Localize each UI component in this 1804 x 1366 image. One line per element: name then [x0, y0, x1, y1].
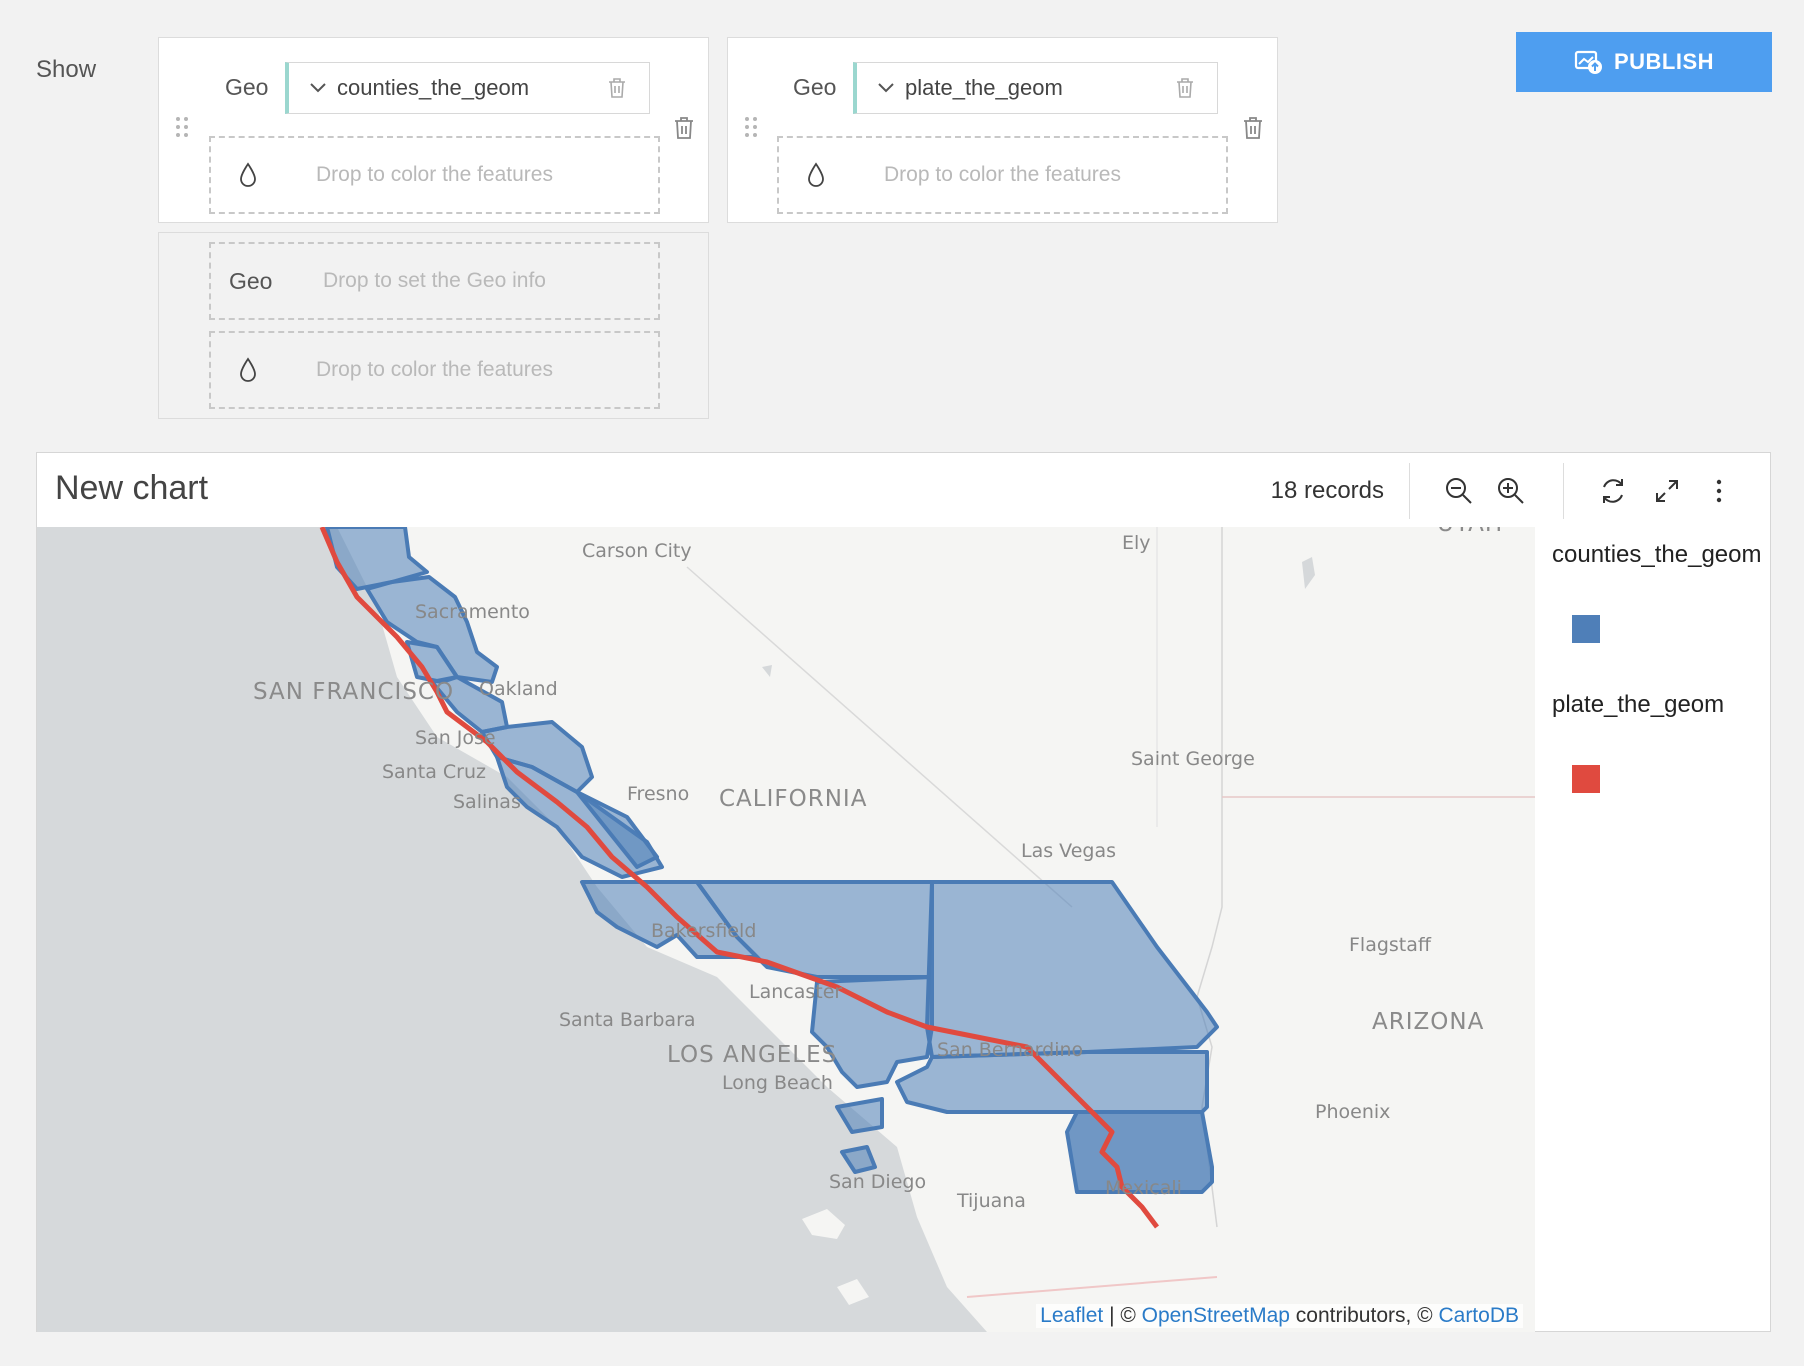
attribution-contributors: contributors, ©: [1289, 1304, 1439, 1327]
map-attribution: Leaflet | © OpenStreetMap contributors, …: [1036, 1304, 1523, 1328]
toolbar-divider: [1563, 463, 1564, 519]
place-label: CALIFORNIA: [719, 786, 867, 812]
lake: [762, 665, 772, 677]
refresh-icon[interactable]: [1597, 475, 1629, 507]
map-legend: counties_the_geom plate_the_geom: [1544, 527, 1769, 1227]
place-label: Bakersfield: [651, 920, 756, 942]
country-border: [966, 1276, 1218, 1298]
place-label: Santa Cruz: [382, 761, 486, 783]
leaflet-link[interactable]: Leaflet: [1040, 1304, 1103, 1327]
place-label: Long Beach: [722, 1072, 833, 1094]
place-label: San Bernardino: [937, 1039, 1083, 1061]
chevron-down-icon[interactable]: [309, 79, 327, 97]
color-dropzone[interactable]: Drop to color the features: [209, 331, 660, 409]
place-label: San Jose: [415, 727, 496, 749]
color-dropzone-text: Drop to color the features: [884, 163, 1121, 186]
publish-label: PUBLISH: [1613, 49, 1715, 74]
place-label: Sacramento: [415, 601, 530, 623]
county-polygon: [895, 1050, 1209, 1114]
osm-link[interactable]: OpenStreetMap: [1142, 1304, 1290, 1327]
place-label: SAN FRANCISCO: [253, 679, 454, 705]
trash-icon[interactable]: [1242, 116, 1264, 140]
geo-field-pill[interactable]: plate_the_geom: [853, 62, 1218, 114]
place-label: Ely: [1122, 532, 1151, 554]
chevron-down-icon[interactable]: [877, 79, 895, 97]
records-count: 18 records: [1270, 477, 1384, 504]
trash-icon[interactable]: [1175, 77, 1195, 99]
geo-field-pill[interactable]: counties_the_geom: [285, 62, 650, 114]
trash-icon[interactable]: [607, 77, 627, 99]
zoom-out-icon[interactable]: [1443, 475, 1475, 507]
chart-panel: New chart 18 records Carson City Ely Sac…: [36, 452, 1771, 1332]
legend-swatch-plate: [1572, 765, 1600, 793]
publish-button[interactable]: PUBLISH: [1516, 32, 1772, 92]
publish-icon: [1574, 50, 1602, 74]
state-border: [686, 566, 1073, 908]
legend-swatch-counties: [1572, 615, 1600, 643]
map-view[interactable]: Carson City Ely UTAH Sacramento SAN FRAN…: [37, 527, 1535, 1332]
geo-label: Geo: [229, 267, 273, 294]
zoom-in-icon[interactable]: [1495, 475, 1527, 507]
geo-label: Geo: [793, 74, 837, 100]
place-label: Saint George: [1131, 748, 1255, 770]
place-label: Fresno: [627, 783, 689, 805]
place-label: Salinas: [453, 791, 521, 813]
more-options-icon[interactable]: [1703, 475, 1735, 507]
droplet-icon: [240, 357, 256, 382]
chart-title[interactable]: New chart: [55, 469, 208, 508]
place-label: Lancaster: [749, 981, 842, 1003]
legend-label-counties: counties_the_geom: [1552, 541, 1762, 568]
attribution-sep: | ©: [1103, 1304, 1142, 1327]
lake: [1302, 557, 1315, 589]
droplet-icon: [240, 162, 256, 187]
show-label: Show: [36, 56, 97, 83]
place-label: San Diego: [829, 1171, 926, 1193]
drag-handle-icon[interactable]: [175, 116, 189, 138]
place-label: Mexicali: [1105, 1177, 1182, 1199]
county-polygon: [925, 880, 1219, 1059]
place-label: Flagstaff: [1349, 934, 1432, 956]
color-dropzone-text: Drop to color the features: [316, 358, 553, 381]
legend-label-plate: plate_the_geom: [1552, 691, 1725, 718]
geo-dropzone[interactable]: Geo Drop to set the Geo info: [209, 242, 660, 320]
geo-field-name: plate_the_geom: [905, 75, 1063, 100]
place-label: Las Vegas: [1021, 840, 1116, 862]
expand-icon[interactable]: [1651, 475, 1683, 507]
place-label: Santa Barbara: [559, 1009, 696, 1031]
droplet-icon: [808, 162, 824, 187]
layer-card-counties: Geo counties_the_geom Drop to color the …: [158, 37, 709, 223]
place-label: LOS ANGELES: [667, 1042, 837, 1068]
place-label: UTAH: [1437, 527, 1503, 537]
place-label: Oakland: [479, 678, 558, 700]
color-dropzone-text: Drop to color the features: [316, 163, 553, 186]
carto-link[interactable]: CartoDB: [1438, 1304, 1519, 1327]
geo-dropzone-text: Drop to set the Geo info: [323, 269, 546, 292]
drag-handle-icon[interactable]: [744, 116, 758, 138]
layer-card-plate: Geo plate_the_geom Drop to color the fea…: [727, 37, 1278, 223]
geo-field-name: counties_the_geom: [337, 75, 530, 100]
layer-card-new: Geo Drop to set the Geo info Drop to col…: [158, 232, 709, 419]
map-canvas[interactable]: Carson City Ely UTAH Sacramento SAN FRAN…: [37, 527, 1535, 1332]
place-label: Carson City: [582, 540, 692, 562]
place-label: ARIZONA: [1372, 1009, 1484, 1035]
color-dropzone[interactable]: Drop to color the features: [777, 136, 1228, 214]
color-dropzone[interactable]: Drop to color the features: [209, 136, 660, 214]
toolbar-divider: [1409, 463, 1410, 519]
geo-label: Geo: [225, 74, 269, 100]
trash-icon[interactable]: [673, 116, 695, 140]
place-label: Tijuana: [956, 1190, 1026, 1212]
place-label: Phoenix: [1315, 1101, 1390, 1123]
